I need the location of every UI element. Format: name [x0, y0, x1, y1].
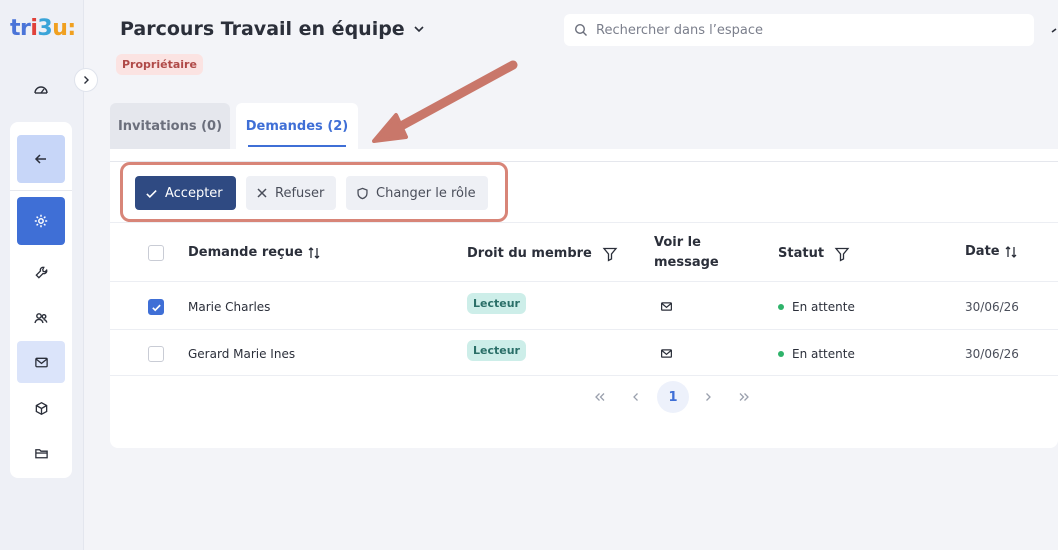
row-divider: [110, 375, 1058, 376]
row-checkbox[interactable]: [148, 346, 164, 362]
mail-icon: [661, 302, 672, 311]
sidebar-back-button[interactable]: [17, 135, 65, 183]
status-dot: [778, 304, 784, 310]
bulk-actions-toolbar: Accepter Refuser Changer le rôle: [120, 162, 508, 222]
sidebar-expand-button[interactable]: [74, 68, 98, 92]
check-icon: [151, 304, 161, 311]
dashboard-icon: [34, 86, 48, 94]
app-logo[interactable]: tri3u:: [10, 16, 76, 41]
pagination-next-button[interactable]: [692, 381, 724, 413]
column-header-status[interactable]: Statut: [778, 244, 850, 264]
sidebar-item-tools[interactable]: [17, 252, 65, 292]
column-header-request[interactable]: Demande reçue: [188, 243, 321, 263]
date-cell: 30/06/26: [965, 300, 1019, 314]
tab-invitations[interactable]: Invitations (0): [110, 103, 230, 149]
accept-button[interactable]: Accepter: [135, 176, 236, 210]
arrow-left-icon: [34, 154, 46, 164]
select-all-checkbox[interactable]: [148, 245, 164, 261]
view-message-button[interactable]: [660, 298, 673, 317]
sidebar-item-messages[interactable]: [17, 341, 65, 383]
shield-icon: [357, 187, 368, 199]
requests-panel: Accepter Refuser Changer le rôle Demande…: [110, 149, 1058, 448]
table-header-divider: [110, 281, 1058, 282]
sidebar-item-files[interactable]: [17, 433, 65, 473]
sidebar-item-resources[interactable]: [17, 388, 65, 428]
sort-icon: [1005, 246, 1017, 258]
request-name: Marie Charles: [188, 300, 271, 314]
sidebar-item-members[interactable]: [17, 298, 65, 338]
check-icon: [146, 189, 157, 198]
accept-label: Accepter: [165, 185, 223, 201]
request-name: Gerard Marie Ines: [188, 347, 296, 361]
refuse-label: Refuser: [275, 185, 325, 201]
sidebar-group: [10, 122, 72, 478]
page-title: Parcours Travail en équipe: [120, 18, 405, 40]
status-cell: En attente: [778, 344, 855, 364]
pagination-first-button[interactable]: [584, 381, 616, 413]
view-message-button[interactable]: [660, 345, 673, 364]
tab-requests-label: Demandes (2): [245, 118, 349, 134]
folder-icon: [34, 448, 48, 458]
cube-icon: [35, 401, 47, 415]
change-role-button[interactable]: Changer le rôle: [346, 176, 488, 210]
toolbar-divider: [110, 222, 1058, 223]
role-badge: Propriétaire: [116, 54, 203, 75]
search-input[interactable]: [596, 22, 1016, 38]
tab-requests[interactable]: Demandes (2): [236, 103, 358, 149]
space-selector[interactable]: Parcours Travail en équipe: [120, 18, 425, 40]
users-icon: [34, 313, 48, 324]
member-right-pill[interactable]: Lecteur: [467, 340, 526, 361]
active-tab-indicator: [248, 145, 346, 147]
status-cell: En attente: [778, 297, 855, 317]
sidebar-item-settings[interactable]: [17, 197, 65, 245]
mail-icon: [661, 349, 672, 358]
filter-icon: [834, 247, 850, 262]
column-header-message: Voir le message: [654, 235, 719, 270]
chevron-right-icon: [84, 76, 89, 84]
double-chevron-right-icon: [739, 393, 749, 401]
header-action[interactable]: [1048, 22, 1058, 36]
wrench-icon: [34, 266, 47, 279]
pagination-prev-button[interactable]: [620, 381, 652, 413]
chevron-down-icon: [414, 26, 424, 33]
status-text: En attente: [792, 347, 855, 361]
sidebar: tri3u:: [0, 0, 84, 550]
double-chevron-left-icon: [595, 393, 605, 401]
date-cell: 30/06/26: [965, 347, 1019, 361]
row-checkbox[interactable]: [148, 299, 164, 315]
chevron-left-icon: [633, 393, 638, 401]
change-role-label: Changer le rôle: [376, 185, 476, 201]
refuse-button[interactable]: Refuser: [246, 176, 336, 210]
pagination-last-button[interactable]: [728, 381, 760, 413]
close-icon: [257, 188, 267, 198]
sidebar-item-dashboard[interactable]: [10, 66, 72, 112]
row-divider: [110, 329, 1058, 330]
mail-icon: [34, 357, 48, 367]
status-dot: [778, 351, 784, 357]
column-header-date[interactable]: Date: [965, 242, 1018, 262]
search-icon: [574, 23, 587, 36]
chevron-right-icon: [706, 393, 711, 401]
annotation-arrow: [372, 60, 518, 143]
status-text: En attente: [792, 300, 855, 314]
search-bar[interactable]: [564, 14, 1034, 46]
column-header-member-right[interactable]: Droit du membre: [467, 244, 618, 264]
filter-icon: [602, 247, 618, 262]
member-right-pill[interactable]: Lecteur: [467, 293, 526, 314]
pagination-current-page[interactable]: 1: [657, 381, 689, 413]
gear-icon: [34, 214, 48, 228]
sidebar-divider: [10, 190, 72, 191]
sort-icon: [308, 247, 320, 259]
